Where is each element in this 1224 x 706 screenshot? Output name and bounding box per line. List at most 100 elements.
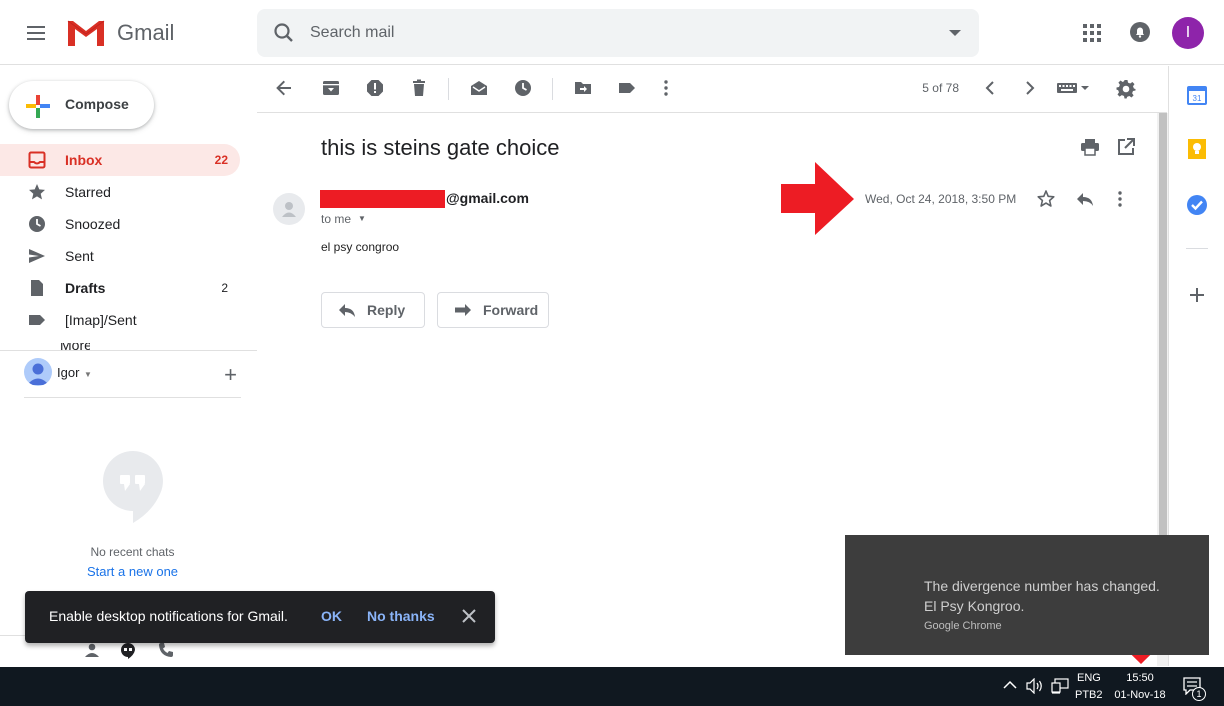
redacted-sender-name [320,190,445,208]
sidebar-item-imap-sent[interactable]: [Imap]/Sent [0,304,240,336]
notifications-icon[interactable] [1129,21,1151,43]
compose-label: Compose [65,96,129,112]
sidebar-item-label: Drafts [65,280,106,296]
back-icon[interactable] [275,79,293,97]
sidebar-item-snoozed[interactable]: Snoozed [0,208,240,240]
avatar [24,358,52,386]
label-icon [28,311,46,329]
show-hidden-icons-icon[interactable] [1003,679,1017,691]
toast-message-line1: The divergence number has changed. [924,578,1160,594]
unread-count: 22 [214,153,228,167]
reply-button[interactable]: Reply [321,292,425,328]
input-tools-icon[interactable] [1056,79,1092,97]
reply-icon [338,302,356,318]
account-avatar[interactable]: I [1172,17,1204,49]
network-icon[interactable] [1051,678,1069,694]
compose-plus-icon [25,93,51,119]
forward-icon [454,302,472,318]
search-input[interactable]: Search mail [310,24,394,42]
no-recent-chats-text: No recent chats [90,545,175,559]
clock-date[interactable]: 01-Nov-18 [1108,689,1172,701]
next-icon[interactable] [1024,79,1036,97]
more-icon[interactable] [662,79,670,97]
side-panel-divider [1186,248,1208,249]
reply-label: Reply [367,302,406,318]
sidebar-item-label: Sent [65,248,94,264]
sender-avatar [273,193,305,225]
svg-text:31: 31 [1193,94,1202,103]
prev-icon[interactable] [984,79,996,97]
start-new-chat-link[interactable]: Start a new one [40,564,225,579]
sidebar-item-label: Snoozed [65,216,121,232]
search-bar[interactable]: Search mail [257,9,979,57]
scrollbar-thumb[interactable] [1159,113,1167,538]
snackbar-no-thanks-button[interactable]: No thanks [367,608,435,624]
draft-icon [28,279,46,297]
keyboard-layout-indicator[interactable]: PTB2 [1075,689,1103,701]
calendar-icon[interactable]: 31 [1186,84,1208,106]
red-arrow-right-annotation [781,162,855,236]
clock-time[interactable]: 15:50 [1112,672,1168,684]
phone-icon[interactable] [158,642,174,658]
snooze-icon[interactable] [514,79,532,97]
volume-icon[interactable] [1026,678,1044,694]
search-icon[interactable] [273,22,295,44]
open-new-window-icon[interactable] [1117,138,1135,156]
sidebar-item-sent[interactable]: Sent [0,240,240,272]
compose-button[interactable]: Compose [9,81,154,129]
snackbar-text: Enable desktop notifications for Gmail. [49,608,288,624]
move-to-icon[interactable] [574,79,592,97]
drafts-count: 2 [221,281,228,295]
chevron-down-icon[interactable]: ▼ [84,370,92,379]
menu-icon[interactable] [22,20,50,46]
sidebar-divider [0,350,257,351]
windows-taskbar: ENG PTB2 15:50 01-Nov-18 1 [0,667,1224,706]
hangouts-chat-icon[interactable] [120,642,136,660]
chrome-notification-toast[interactable]: The divergence number has changed. El Ps… [845,535,1209,655]
gmail-logo[interactable] [66,17,106,49]
settings-icon[interactable] [1116,79,1136,99]
star-icon [28,183,46,201]
hangouts-user-name: Igor [57,365,80,380]
sender-email: @gmail.com [446,190,529,206]
delete-icon[interactable] [410,79,428,97]
top-header: Gmail Search mail I [0,0,1224,65]
toolbar-divider [448,78,449,100]
keep-icon[interactable] [1186,138,1208,160]
sidebar-item-label: Inbox [65,152,103,168]
add-addon-icon[interactable] [1186,284,1208,306]
archive-icon[interactable] [322,79,340,97]
sidebar-item-inbox[interactable]: Inbox 22 [0,144,240,176]
add-contact-icon[interactable]: + [224,362,237,388]
send-icon [28,247,46,265]
sidebar-item-starred[interactable]: Starred [0,176,240,208]
close-icon[interactable] [462,609,476,623]
sidebar-item-label: Starred [65,184,111,200]
toast-message-line2: El Psy Kongroo. [924,598,1025,614]
sidebar-item-label: [Imap]/Sent [65,312,137,328]
hangouts-user-row[interactable]: Igor ▼ + [24,358,241,398]
search-options-icon[interactable] [949,29,961,37]
reply-icon[interactable] [1075,189,1095,209]
person-icon[interactable] [84,642,100,658]
message-date: Wed, Oct 24, 2018, 3:50 PM [865,192,1017,206]
forward-label: Forward [483,302,539,318]
mark-unread-icon[interactable] [470,79,488,97]
hangouts-quote-icon [102,450,164,524]
report-spam-icon[interactable] [366,79,384,97]
recipient-text: to me [321,212,352,226]
star-toggle-icon[interactable] [1036,189,1056,209]
sidebar-item-drafts[interactable]: Drafts 2 [0,272,240,304]
toolbar-divider [552,78,553,100]
snackbar-ok-button[interactable]: OK [321,608,342,624]
labels-icon[interactable] [618,79,636,97]
language-indicator[interactable]: ENG [1077,672,1101,684]
message-toolbar: 5 of 78 [257,66,1167,113]
print-icon[interactable] [1080,138,1100,156]
show-details-icon[interactable]: ▼ [358,214,366,223]
tasks-icon[interactable] [1186,194,1208,216]
more-options-icon[interactable] [1116,189,1124,209]
forward-button[interactable]: Forward [437,292,549,328]
toast-source: Google Chrome [924,620,1002,632]
apps-grid-icon[interactable] [1082,23,1102,43]
